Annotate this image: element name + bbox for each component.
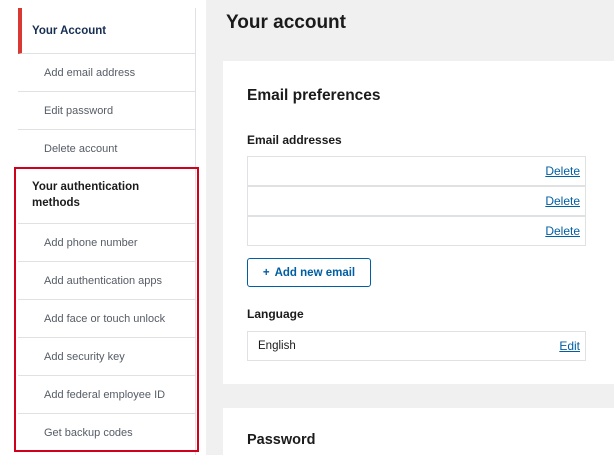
- main-content: Your account Email preferences Email add…: [206, 0, 614, 455]
- sidebar-item-label: Your Account: [32, 24, 107, 37]
- sidebar-item-get-backup-codes[interactable]: Get backup codes: [18, 414, 195, 452]
- sidebar-item-add-authentication-apps[interactable]: Add authentication apps: [18, 262, 195, 300]
- language-label: Language: [247, 307, 304, 321]
- email-preferences-title: Email preferences: [247, 87, 381, 104]
- email-row: Delete: [247, 216, 586, 246]
- email-addresses-label: Email addresses: [247, 133, 342, 147]
- sidebar-nav: Your Account Add email address Edit pass…: [18, 8, 196, 455]
- password-card: Password: [223, 408, 614, 455]
- sidebar-item-label: Add face or touch unlock: [44, 312, 166, 325]
- delete-email-link[interactable]: Delete: [545, 194, 580, 208]
- sidebar-item-add-federal-employee-id[interactable]: Add federal employee ID: [18, 376, 195, 414]
- add-new-email-button[interactable]: + Add new email: [247, 258, 371, 287]
- add-new-email-label: Add new email: [274, 266, 356, 279]
- email-row: Delete: [247, 186, 586, 216]
- sidebar-item-add-security-key[interactable]: Add security key: [18, 338, 195, 376]
- sidebar-item-authentication-methods[interactable]: Your authentication methods: [18, 168, 195, 224]
- delete-email-link[interactable]: Delete: [545, 164, 580, 178]
- sidebar-item-label: Add email address: [44, 66, 136, 79]
- sidebar-item-label: Edit password: [44, 104, 114, 117]
- page: Your Account Add email address Edit pass…: [0, 0, 614, 455]
- sidebar-item-your-account[interactable]: Your Account: [18, 8, 195, 54]
- email-preferences-card: Email preferences Email addresses Delete…: [223, 61, 614, 384]
- password-title: Password: [247, 432, 316, 448]
- sidebar-item-label: Get backup codes: [44, 427, 133, 439]
- language-value: English: [258, 340, 296, 352]
- sidebar-item-label: Add phone number: [44, 236, 138, 249]
- page-title: Your account: [226, 12, 346, 33]
- sidebar-item-label: Your authentication methods: [32, 180, 140, 209]
- edit-language-link[interactable]: Edit: [559, 339, 580, 353]
- sidebar-item-delete-account[interactable]: Delete account: [18, 130, 195, 168]
- delete-email-link[interactable]: Delete: [545, 224, 580, 238]
- sidebar-item-label: Add security key: [44, 350, 125, 363]
- email-row: Delete: [247, 156, 586, 186]
- sidebar-item-add-email-address[interactable]: Add email address: [18, 54, 195, 92]
- sidebar-item-label: Add authentication apps: [44, 274, 163, 287]
- sidebar-item-add-face-or-touch-unlock[interactable]: Add face or touch unlock: [18, 300, 195, 338]
- plus-icon: +: [262, 266, 270, 279]
- sidebar-item-edit-password[interactable]: Edit password: [18, 92, 195, 130]
- sidebar-item-add-phone-number[interactable]: Add phone number: [18, 224, 195, 262]
- sidebar-item-label: Add federal employee ID: [44, 388, 166, 401]
- language-row: English Edit: [247, 331, 586, 361]
- sidebar-item-label: Delete account: [44, 142, 118, 155]
